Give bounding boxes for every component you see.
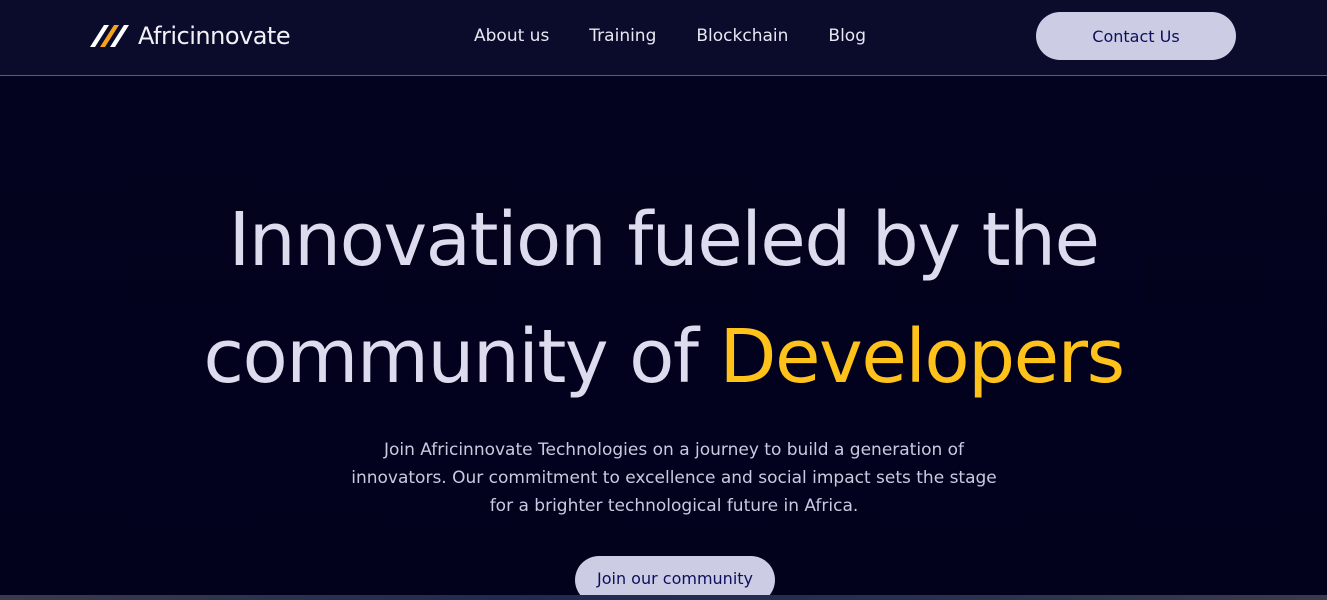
hero-title-highlight: Developers: [719, 314, 1126, 400]
hero-title-prefix: community of: [203, 314, 699, 400]
hero-title-line-1: Innovation fueled by the: [228, 197, 1100, 283]
nav-link-blog[interactable]: Blog: [828, 24, 866, 48]
nav-link-about-us[interactable]: About us: [474, 24, 549, 48]
hero-title-line-2: community of Developers: [0, 299, 1327, 416]
logo-stripes-icon: [90, 25, 129, 47]
join-community-button[interactable]: Join our community: [575, 556, 775, 600]
site-header: Africinnovate About us Training Blockcha…: [0, 0, 1327, 76]
main-nav: About us Training Blockchain Blog: [474, 24, 866, 48]
contact-us-button[interactable]: Contact Us: [1036, 12, 1236, 60]
nav-link-blockchain[interactable]: Blockchain: [696, 24, 788, 48]
nav-link-training[interactable]: Training: [589, 24, 656, 48]
hero-title: Innovation fueled by the community of De…: [0, 182, 1327, 416]
hero-description: Join Africinnovate Technologies on a jou…: [351, 440, 997, 516]
logo-text: Africinnovate: [138, 22, 291, 50]
bottom-divider: [0, 595, 1327, 600]
logo-link[interactable]: Africinnovate: [90, 22, 291, 50]
page: Africinnovate About us Training Blockcha…: [0, 0, 1327, 600]
